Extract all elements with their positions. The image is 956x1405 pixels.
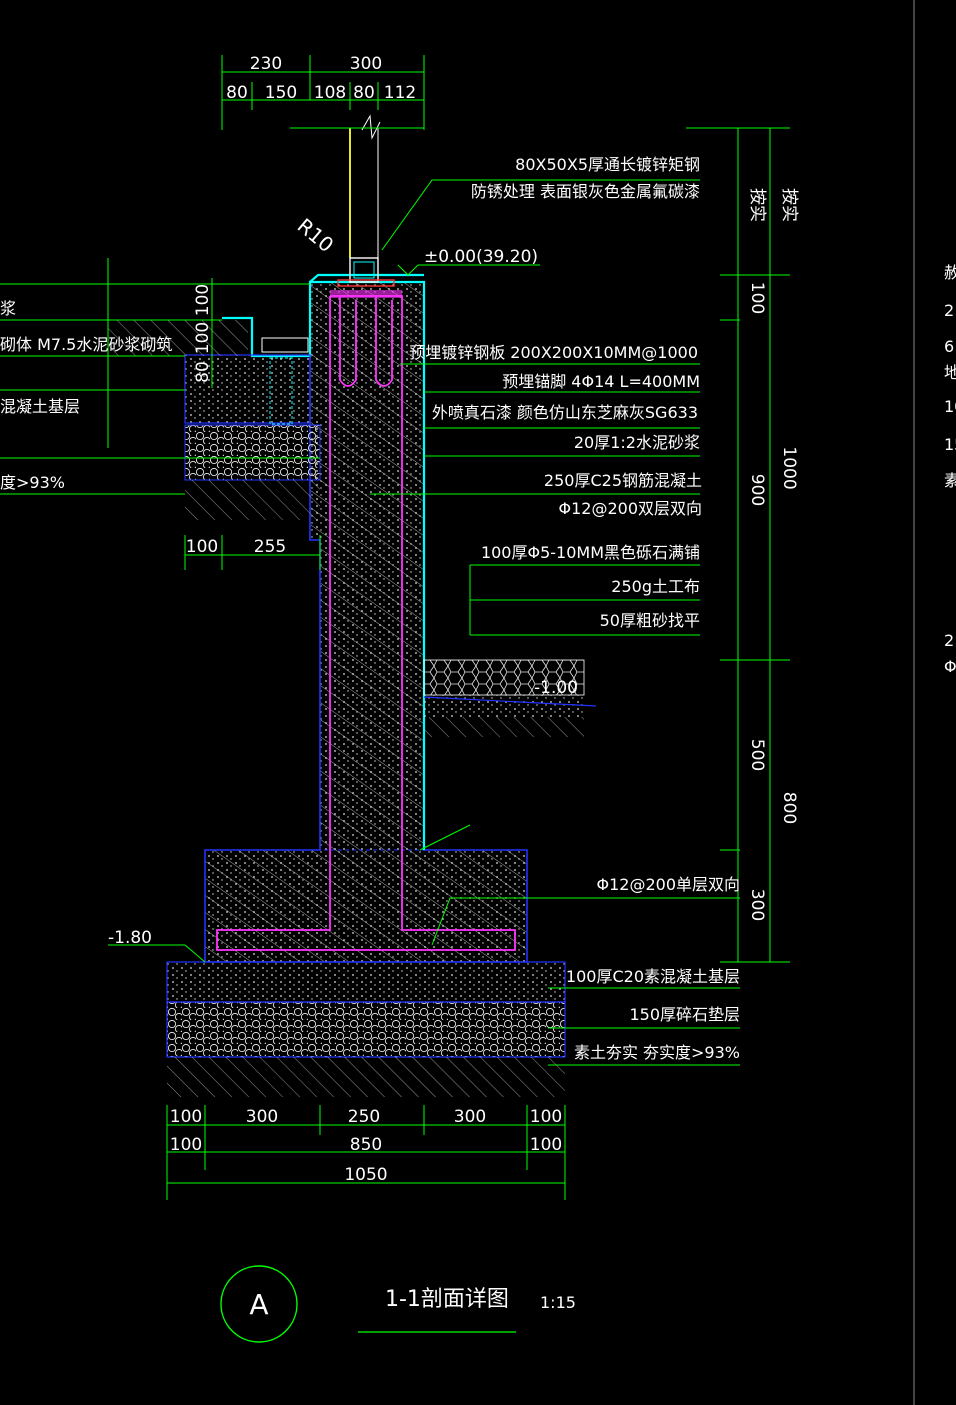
note-gravel-cushion: 150厚碎石垫层: [629, 1005, 740, 1024]
bottom-dim-r1-1: 100: [170, 1107, 202, 1127]
right-vdim-inner-2: 100: [747, 282, 767, 314]
bottom-dim-r2-2: 850: [350, 1135, 382, 1155]
right-vertical-dims: 按实 100 900 500 300 按实 1000 800: [747, 188, 799, 921]
left-vdim-3: 80: [193, 361, 213, 383]
right-vdim-outer-3: 800: [779, 792, 799, 824]
base-layers: [166, 961, 566, 1097]
elevation-top: ±0.00(39.20): [424, 247, 538, 267]
note-geotextile: 250g土工布: [611, 577, 700, 596]
note-compacted-soil: 素土夯实 夯实度>93%: [574, 1043, 740, 1062]
bottom-dim-r1-4: 300: [454, 1107, 486, 1127]
left-note-1: 浆: [0, 299, 16, 318]
title-block: A 1-1剖面详图 1:15: [220, 1265, 576, 1343]
section-circle-label: A: [249, 1288, 268, 1321]
right-vdim-inner-4: 500: [747, 739, 767, 771]
note-c20-base: 100厚C20素混凝土基层: [566, 967, 740, 986]
note-steel-tube: 80X50X5厚通长镀锌矩钢: [515, 155, 700, 174]
left-vertical-dims: 100 100 80: [193, 284, 213, 383]
edge-frag-7: 素: [944, 471, 956, 490]
section-title: 1-1剖面详图: [385, 1287, 509, 1312]
edge-frag-5: 10: [944, 397, 956, 416]
note-sand: 50厚粗砂找平: [600, 611, 700, 630]
bottom-dim-r1-2: 300: [246, 1107, 278, 1127]
radius-label: R10: [293, 213, 339, 257]
note-embedded-plate: 预埋镀锌钢板 200X200X10MM@1000: [409, 343, 698, 362]
bottom-dim-r1-5: 100: [530, 1107, 562, 1127]
left-bottom-dim-1: 100: [186, 537, 218, 557]
bottom-dimensions: 100 300 250 300 100 100 850 100 1050: [170, 1107, 562, 1185]
left-note-2: 砌体 M7.5水泥砂浆砌筑: [0, 335, 172, 354]
edge-frag-8: 2: [944, 631, 954, 650]
top-dim-row1-1: 230: [250, 54, 282, 74]
note-rebar-single: Φ12@200单层双向: [597, 875, 741, 894]
bottom-dim-r1-3: 250: [348, 1107, 380, 1127]
note-anticorrosion: 防锈处理 表面银灰色金属氟碳漆: [471, 182, 700, 201]
note-paint: 外喷真石漆 颜色仿山东芝麻灰SG633: [432, 403, 698, 422]
note-anchor: 预埋锚脚 4Φ14 L=400MM: [502, 372, 700, 391]
elevation-bottom: -1.80: [108, 928, 152, 948]
bottom-dim-r3-1: 1050: [344, 1165, 387, 1185]
top-dim-row1-2: 300: [350, 54, 382, 74]
note-concrete: 250厚C25钢筋混凝土: [544, 471, 702, 490]
edge-frag-4: 地: [944, 363, 956, 382]
edge-frag-1: 赦: [944, 263, 956, 282]
edge-frag-3: 6: [944, 337, 954, 356]
top-dimensions: 230 300 80 150 108 80 112: [226, 54, 416, 103]
top-dim-row2-5: 112: [384, 83, 416, 103]
note-rebar-double: Φ12@200双层双向: [559, 499, 703, 518]
right-vdim-inner-5: 300: [747, 889, 767, 921]
right-edge-fragments: 赦 2 6 地 10 15 素 2 Φ: [944, 263, 956, 676]
top-dim-row2-1: 80: [226, 83, 248, 103]
left-note-3: 混凝土基层: [0, 397, 80, 416]
bottom-dim-r2-1: 100: [170, 1135, 202, 1155]
bottom-dim-r2-3: 100: [530, 1135, 562, 1155]
section-scale: 1:15: [540, 1293, 576, 1312]
elevation-water: -1.00: [534, 678, 578, 698]
steel-railing: [337, 114, 395, 287]
note-gravel: 100厚Φ5-10MM黑色砾石满铺: [481, 543, 700, 562]
section-drawing: 230 300 80 150 108 80 112 R10 ±0.00(39.2…: [0, 0, 956, 1405]
top-dim-row2-2: 150: [265, 83, 297, 103]
edge-frag-9: Φ: [944, 657, 956, 676]
edge-frag-6: 15: [944, 435, 956, 454]
top-dim-row2-4: 80: [353, 83, 375, 103]
top-dim-row2-3: 108: [314, 83, 346, 103]
left-vdim-2: 100: [193, 322, 213, 354]
note-mortar: 20厚1:2水泥砂浆: [574, 433, 700, 452]
right-vdim-inner-1: 按实: [747, 188, 767, 222]
left-bottom-dim-2: 255: [254, 537, 286, 557]
edge-frag-2: 2: [944, 301, 954, 320]
right-vdim-outer-2: 1000: [779, 446, 799, 489]
right-vdim-outer-1: 按实: [779, 188, 799, 222]
right-vdim-inner-3: 900: [747, 474, 767, 506]
right-pond: [423, 659, 597, 737]
left-note-4: 度>93%: [0, 473, 65, 492]
left-vdim-1: 100: [193, 284, 213, 316]
